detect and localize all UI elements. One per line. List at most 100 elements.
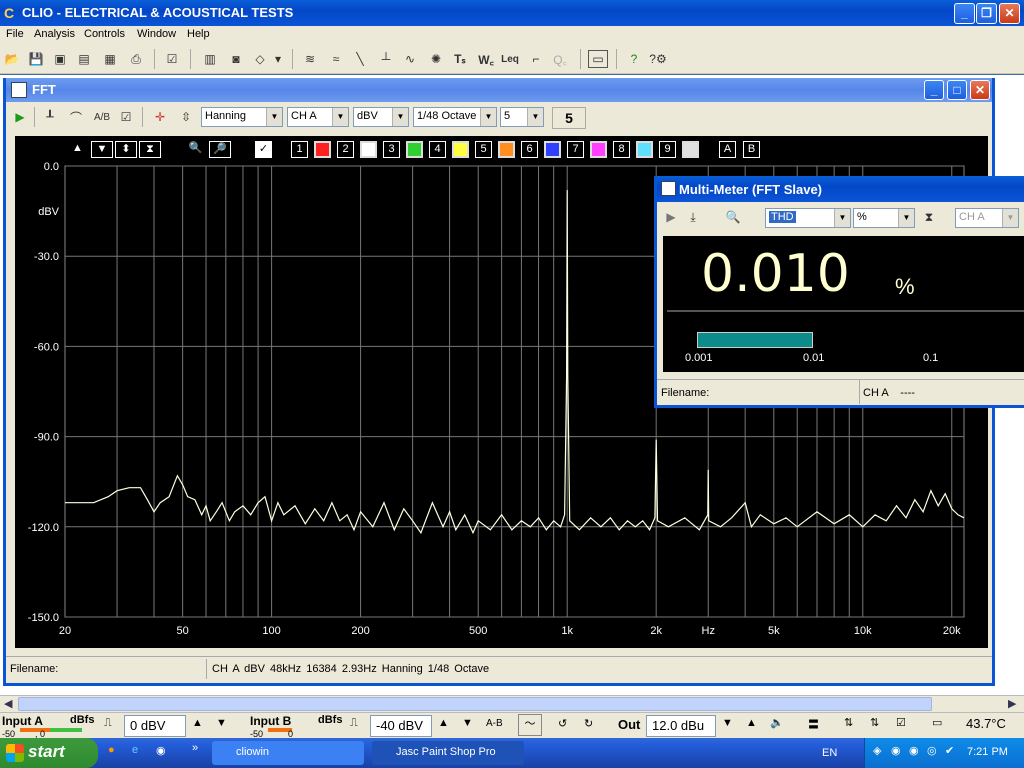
input-a-level-field[interactable]: 0 dBV: [124, 715, 186, 737]
fft-close-button[interactable]: ✕: [970, 80, 990, 100]
x-tick-label: 5k: [768, 625, 780, 637]
leq-icon[interactable]: Leq: [500, 50, 520, 68]
camera-icon[interactable]: ◙: [226, 50, 246, 68]
input-a-up-icon[interactable]: ▲: [192, 717, 203, 729]
workspace-hscrollbar[interactable]: ◀ ▶: [0, 695, 1024, 712]
multimeter-icon[interactable]: ≋: [300, 50, 320, 68]
input-a-dbfs: dBfs: [70, 714, 95, 726]
ab-compare-icon[interactable]: A/B: [92, 108, 112, 126]
app-title-bar[interactable]: C CLIO - ELECTRICAL & ACOUSTICAL TESTS _…: [0, 0, 1024, 26]
curve-icon[interactable]: ⌒: [66, 108, 86, 126]
input-a-down-icon[interactable]: ▼: [216, 717, 227, 729]
loop-icon[interactable]: ↺: [558, 717, 567, 730]
check-icon[interactable]: ☑: [896, 716, 906, 729]
menu-help[interactable]: Help: [187, 28, 210, 40]
spectrum-icon[interactable]: ┸: [40, 108, 60, 126]
loop-b-icon[interactable]: ↻: [584, 717, 593, 730]
mm-channel-select[interactable]: CH A ▼: [955, 208, 1019, 228]
print-setup-icon[interactable]: ▦: [100, 50, 120, 68]
out-level-field[interactable]: 12.0 dBu: [646, 715, 716, 737]
menu-controls[interactable]: Controls: [84, 28, 125, 40]
marker-icon[interactable]: ⇳: [176, 108, 196, 126]
save-all-icon[interactable]: ▣: [50, 50, 70, 68]
help-icon[interactable]: ?: [624, 50, 644, 68]
eraser-dropdown-icon[interactable]: ▾: [272, 50, 284, 68]
monitor-icon[interactable]: ▭: [588, 50, 608, 68]
mm-range-icon[interactable]: ⧗: [919, 208, 939, 226]
smoothing-select[interactable]: 1/48 Octave ▼: [413, 107, 497, 127]
multimeter-window: Multi-Meter (FFT Slave) ▶ ⤓ 🔍 THD ▼ % ▼ ⧗ …: [654, 176, 1024, 408]
media-icon[interactable]: ◉: [156, 744, 166, 757]
ts-icon[interactable]: Tₛ: [450, 50, 470, 68]
waterfall-icon[interactable]: ✺: [426, 50, 446, 68]
input-b-mode-icon[interactable]: ⎍: [350, 717, 358, 730]
stop-icon[interactable]: 〓: [808, 716, 819, 732]
print-icon[interactable]: ⎙: [126, 50, 146, 68]
task-paintshop[interactable]: Jasc Paint Shop Pro: [372, 741, 524, 765]
fft-maximize-button[interactable]: □: [947, 80, 967, 100]
minimize-button[interactable]: _: [954, 3, 975, 24]
unit-select[interactable]: dBV ▼: [353, 107, 409, 127]
tray-icon[interactable]: ◈: [873, 744, 881, 757]
play-icon[interactable]: ▶: [10, 108, 30, 126]
export-icon[interactable]: ▤: [74, 50, 94, 68]
fft-minimize-button[interactable]: _: [924, 80, 944, 100]
crosshair-icon[interactable]: ✛: [150, 108, 170, 126]
mls-icon[interactable]: ┴: [376, 50, 396, 68]
mm-zoom-icon[interactable]: 🔍: [723, 208, 743, 226]
tray-icon[interactable]: ✔: [945, 744, 954, 757]
fft-title: FFT: [32, 82, 56, 97]
quicklaunch-more-icon[interactable]: »: [192, 742, 198, 754]
ab-mode-button[interactable]: A-B: [486, 718, 503, 729]
channel-select[interactable]: CH A ▼: [287, 107, 349, 127]
mm-unit-select[interactable]: % ▼: [853, 208, 915, 228]
menu-file[interactable]: File: [6, 28, 24, 40]
sinusoidal-icon[interactable]: ╲: [350, 50, 370, 68]
generator-icon[interactable]: 〜: [518, 714, 542, 736]
input-b-level-field[interactable]: -40 dBV: [370, 715, 432, 737]
tray-icon[interactable]: ◎: [927, 744, 937, 757]
firefox-icon[interactable]: ●: [108, 744, 115, 756]
close-button[interactable]: ✕: [999, 3, 1020, 24]
wf-icon[interactable]: W꜀: [476, 50, 496, 68]
settings-check-icon[interactable]: ☑: [116, 108, 136, 126]
language-indicator[interactable]: EN: [822, 747, 837, 759]
window-type-select[interactable]: Hanning ▼: [201, 107, 283, 127]
eraser-icon[interactable]: ◇: [250, 50, 270, 68]
scroll-thumb[interactable]: [18, 697, 932, 711]
menu-window[interactable]: Window: [137, 28, 176, 40]
sine-icon[interactable]: ∿: [400, 50, 420, 68]
start-button[interactable]: start: [0, 738, 98, 768]
scroll-left-icon[interactable]: ◀: [4, 697, 12, 710]
input-b-up-icon[interactable]: ▲: [438, 717, 449, 729]
steps-icon[interactable]: ⌐: [526, 50, 546, 68]
fft-title-bar[interactable]: FFT _ □ ✕: [6, 78, 992, 102]
ie-icon[interactable]: e: [132, 744, 138, 756]
scroll-right-icon[interactable]: ▶: [1008, 697, 1016, 710]
input-b-down-icon[interactable]: ▼: [462, 717, 473, 729]
speaker-icon[interactable]: 🔈: [770, 716, 784, 729]
tray-icon[interactable]: ◉: [909, 744, 919, 757]
input-a-mode-icon[interactable]: ⎍: [104, 717, 112, 730]
phantom-a-icon[interactable]: ⇅: [844, 716, 853, 729]
mm-hold-icon[interactable]: ⤓: [683, 208, 703, 226]
save-icon[interactable]: 💾: [26, 50, 46, 68]
multimeter-title-bar[interactable]: Multi-Meter (FFT Slave): [657, 176, 1024, 202]
qc-icon[interactable]: Q꜀: [550, 50, 570, 68]
task-cliowin[interactable]: cliowin: [212, 741, 364, 765]
out-down-icon[interactable]: ▼: [722, 717, 733, 729]
mm-parameter-select[interactable]: THD ▼: [765, 208, 851, 228]
phantom-b-icon[interactable]: ⇅: [870, 716, 879, 729]
fft-icon[interactable]: ≈: [326, 50, 346, 68]
context-help-icon[interactable]: ?⚙: [648, 50, 668, 68]
open-icon[interactable]: 📂: [2, 50, 22, 68]
tray-icon[interactable]: ◉: [891, 744, 901, 757]
film-icon[interactable]: ▥: [200, 50, 220, 68]
device-icon[interactable]: ▭: [932, 716, 942, 729]
menu-analysis[interactable]: Analysis: [34, 28, 75, 40]
restore-button[interactable]: ❐: [976, 3, 997, 24]
out-up-icon[interactable]: ▲: [746, 717, 757, 729]
checklist-icon[interactable]: ☑: [162, 50, 182, 68]
averages-select[interactable]: 5 ▼: [500, 107, 544, 127]
mm-play-icon[interactable]: ▶: [661, 208, 681, 226]
